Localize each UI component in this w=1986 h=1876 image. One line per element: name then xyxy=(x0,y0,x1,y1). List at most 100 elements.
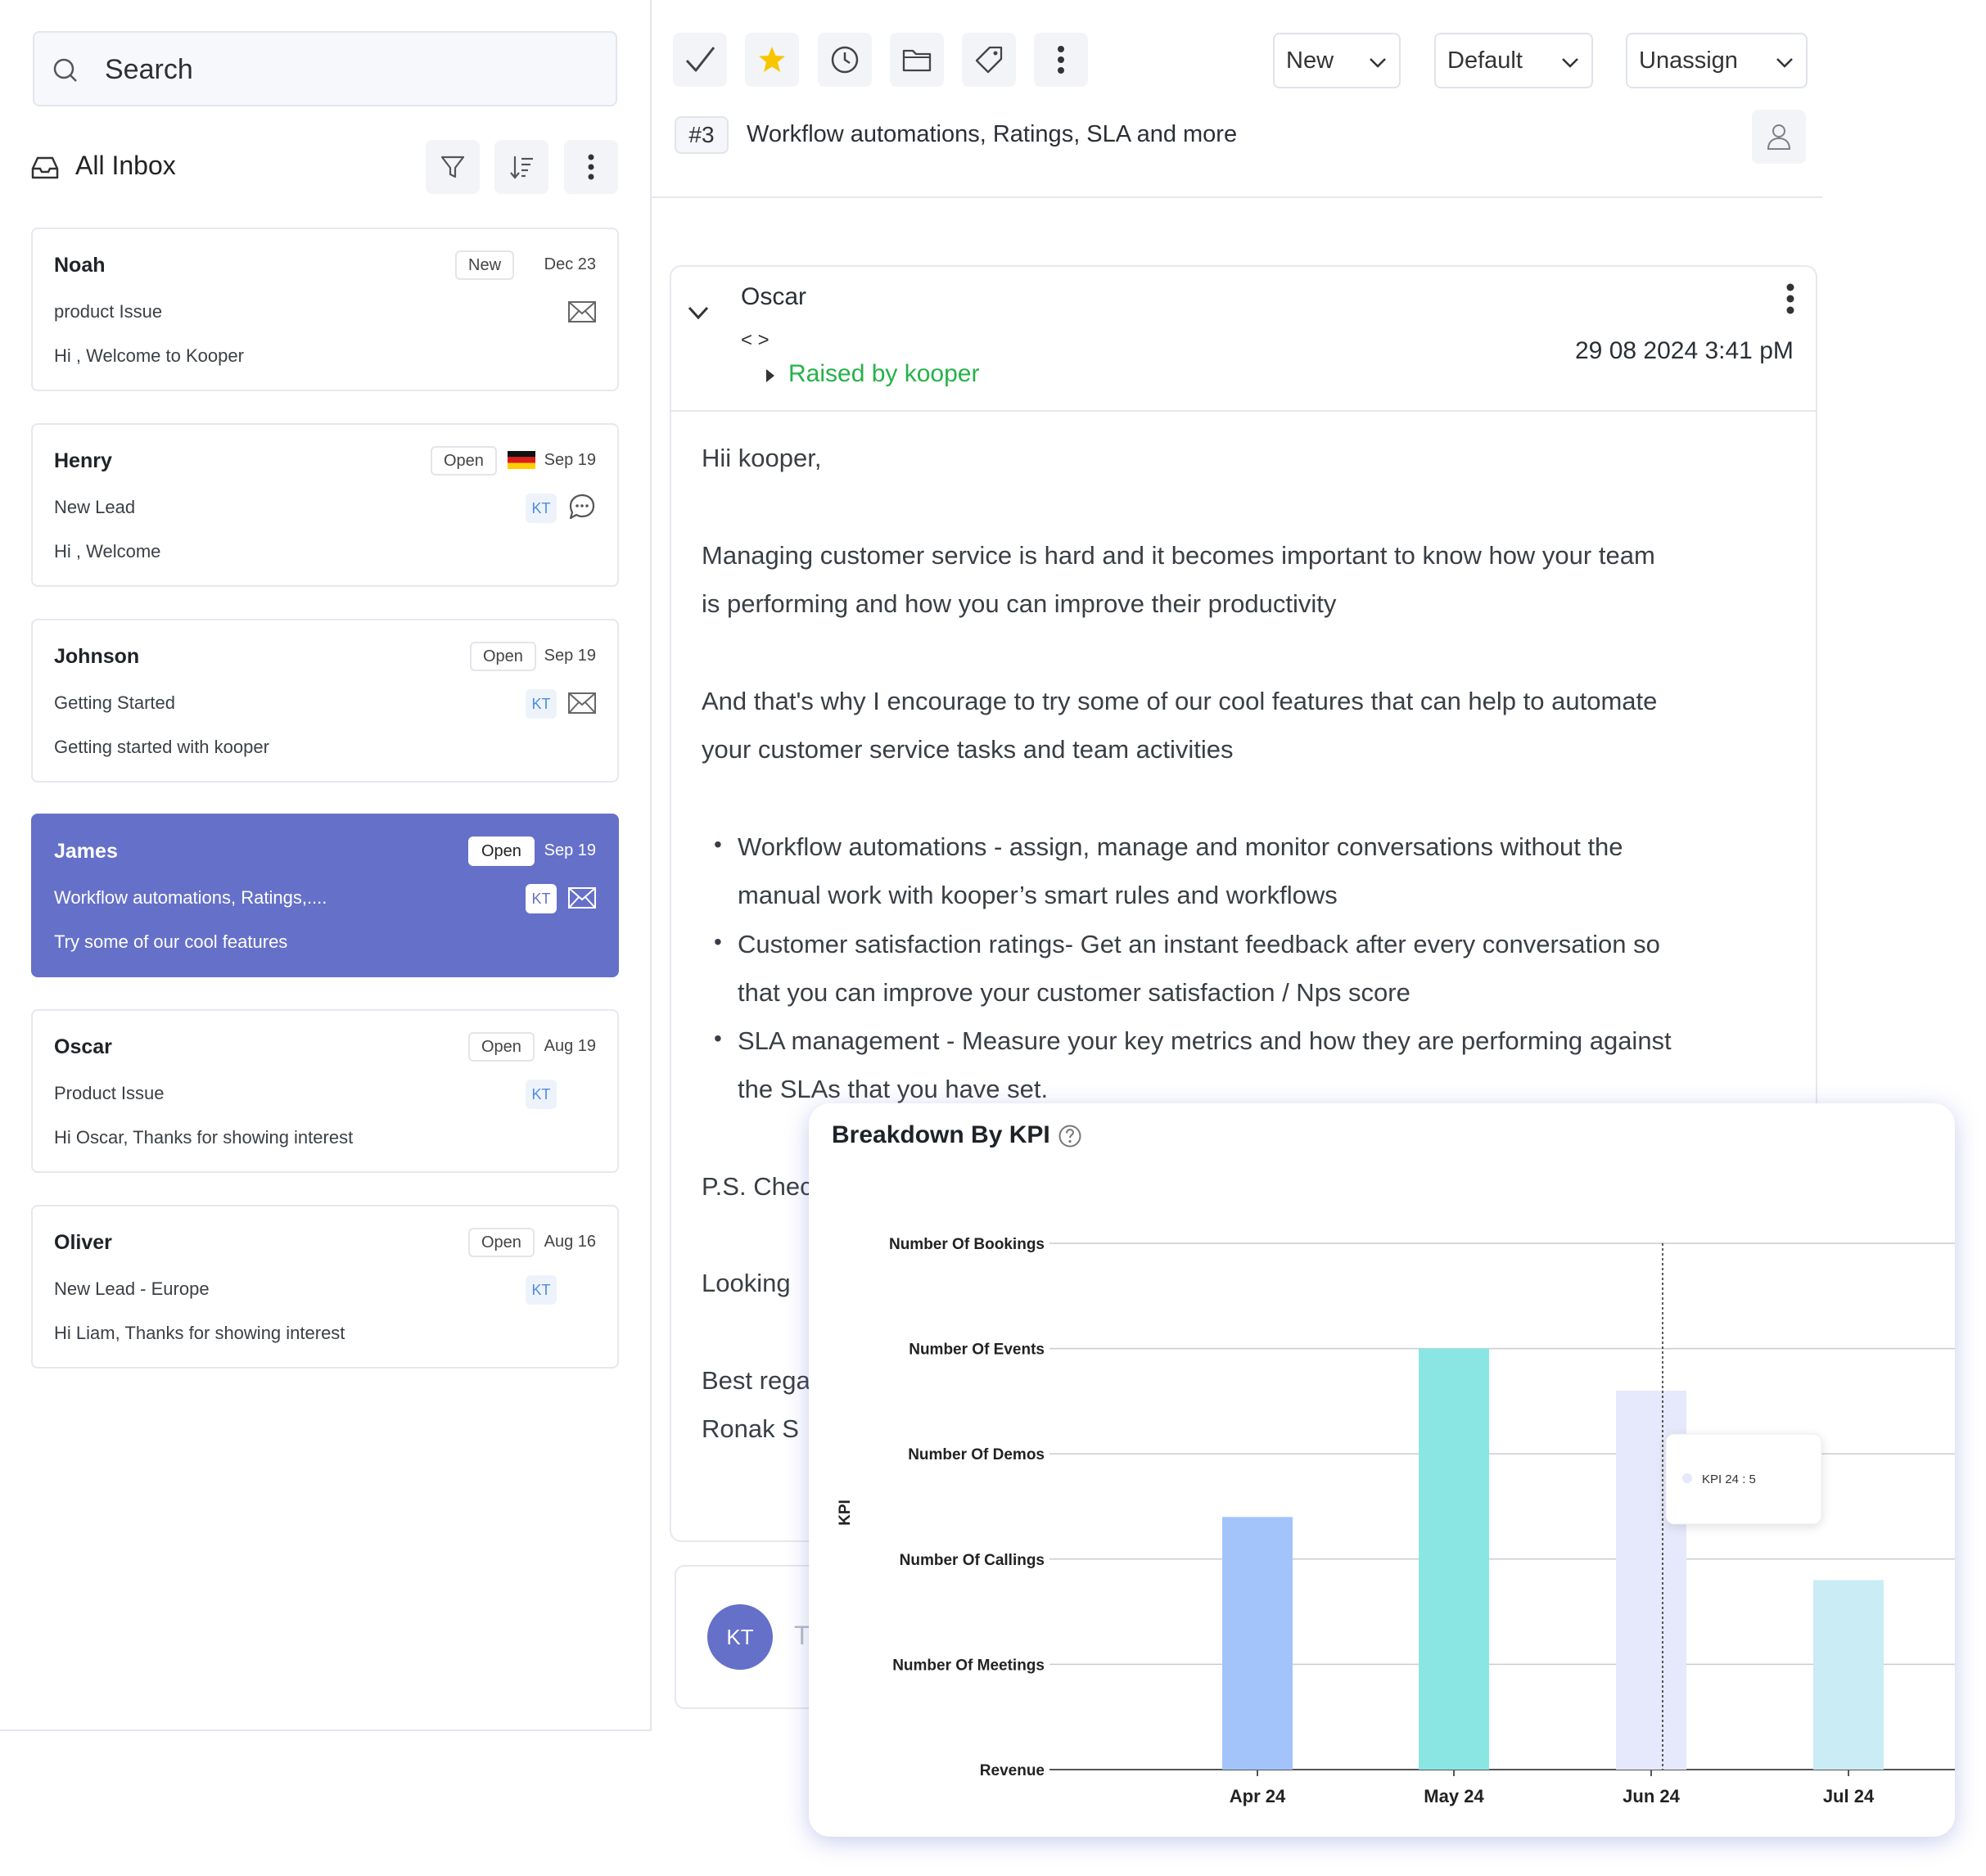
message-regards: Best rega xyxy=(702,1366,810,1395)
conversation-card[interactable]: Oscar Open Aug 19 Product Issue KT Hi Os… xyxy=(31,1009,619,1173)
tag-icon xyxy=(975,46,1003,74)
ticket-title: Workflow automations, Ratings, SLA and m… xyxy=(747,121,1238,147)
chevron-down-icon xyxy=(1370,58,1386,68)
search-placeholder: Search xyxy=(105,54,193,85)
folder-icon xyxy=(902,49,932,72)
assignee-select[interactable]: Unassign xyxy=(1626,33,1808,88)
search-icon xyxy=(53,58,77,82)
y-tick-label: Number Of Bookings xyxy=(889,1236,1045,1253)
status-badge: Open xyxy=(468,1032,535,1062)
assignee-badge: KT xyxy=(526,1080,557,1109)
conversation-date: Aug 19 xyxy=(544,1037,596,1055)
assignee-badge: KT xyxy=(526,884,557,913)
message-signature: Ronak S xyxy=(702,1414,799,1443)
conversation-preview: Hi , Welcome to Kooper xyxy=(54,345,244,366)
search-input[interactable]: Search xyxy=(33,31,617,106)
resolve-button[interactable] xyxy=(673,33,727,87)
move-folder-button[interactable] xyxy=(890,33,944,87)
header-divider xyxy=(652,196,1822,198)
kpi-chart-card: Breakdown By KPI Revenue Number Of Meetin… xyxy=(809,1103,1955,1837)
star-icon xyxy=(759,47,785,72)
germany-flag-icon xyxy=(508,451,535,469)
inbox-more-button[interactable] xyxy=(564,140,618,194)
more-vertical-icon xyxy=(588,154,594,180)
conversation-preview: Try some of our cool features xyxy=(54,931,288,952)
caret-right-icon[interactable] xyxy=(765,368,776,384)
message-ps: P.S. Chec xyxy=(702,1172,813,1201)
status-badge: New xyxy=(455,250,515,280)
status-select[interactable]: New xyxy=(1273,33,1401,88)
status-badge: Open xyxy=(468,1228,535,1257)
bullet-text: SLA management - Measure your key metric… xyxy=(738,1026,1672,1055)
contact-name: James xyxy=(54,840,118,863)
check-icon xyxy=(685,47,715,72)
y-tick-label: Number Of Meetings xyxy=(892,1657,1045,1674)
conversation-card[interactable]: Noah New Dec 23 product Issue Hi , Welco… xyxy=(31,228,619,391)
conversation-card[interactable]: Johnson Open Sep 19 Getting Started KT G… xyxy=(31,619,619,782)
message-paragraph: is performing and how you can improve th… xyxy=(702,589,1337,618)
conversation-subject: New Lead xyxy=(54,497,136,517)
y-axis-label: KPI xyxy=(837,1499,854,1526)
email-icon xyxy=(568,692,596,714)
more-vertical-icon[interactable] xyxy=(1785,282,1796,315)
reply-placeholder[interactable]: T xyxy=(794,1621,810,1651)
kpi-bar-chart: Revenue Number Of Meetings Number Of Calli… xyxy=(837,1236,1955,1806)
bar-apr-24 xyxy=(1222,1517,1293,1770)
conversation-date: Dec 23 xyxy=(544,255,596,273)
y-tick-label: Revenue xyxy=(980,1762,1045,1779)
bullet-point: • xyxy=(714,1026,722,1051)
assign-user-button[interactable] xyxy=(1752,110,1806,164)
assignee-badge: KT xyxy=(526,494,557,523)
bullet-text: that you can improve your customer satis… xyxy=(738,978,1411,1007)
sort-button[interactable] xyxy=(494,140,548,194)
conversation-card[interactable]: Oliver Open Aug 16 New Lead - Europe KT … xyxy=(31,1205,619,1369)
bullet-text: Customer satisfaction ratings- Get an in… xyxy=(738,930,1660,958)
chat-icon xyxy=(569,494,595,520)
conversation-card[interactable]: Henry Open Sep 19 New Lead KT Hi , Welco… xyxy=(31,423,619,587)
inbox-title[interactable]: All Inbox xyxy=(75,151,176,181)
bullet-point: • xyxy=(714,929,722,954)
conversation-subject: product Issue xyxy=(54,301,163,322)
message-paragraph: your customer service tasks and team act… xyxy=(702,735,1234,764)
status-select-value: New xyxy=(1286,47,1334,74)
more-actions-button[interactable] xyxy=(1034,33,1088,87)
conversation-date: Sep 19 xyxy=(544,841,596,859)
chevron-down-icon xyxy=(1776,58,1793,68)
status-badge: Open xyxy=(468,837,535,866)
x-tick-label: Jun 24 xyxy=(1623,1786,1680,1806)
filter-icon xyxy=(440,156,465,178)
bar-jul-24 xyxy=(1813,1580,1884,1770)
assignee-badge: KT xyxy=(526,689,557,719)
raised-by-link[interactable]: Raised by kooper xyxy=(788,360,979,388)
tag-button[interactable] xyxy=(962,33,1016,87)
x-tick-label: Apr 24 xyxy=(1230,1786,1286,1806)
bullet-text: manual work with kooper’s smart rules an… xyxy=(738,881,1338,909)
contact-name: Oliver xyxy=(54,1231,112,1254)
tooltip-marker xyxy=(1682,1473,1692,1483)
conversation-preview: Hi Oscar, Thanks for showing interest xyxy=(54,1127,354,1148)
tooltip-text: KPI 24 : 5 xyxy=(1702,1472,1756,1486)
email-icon xyxy=(568,887,596,909)
status-badge: Open xyxy=(470,642,536,671)
sort-icon xyxy=(510,156,533,179)
assignee-select-value: Unassign xyxy=(1639,47,1738,74)
chevron-down-icon[interactable] xyxy=(686,303,711,322)
filter-button[interactable] xyxy=(426,140,480,194)
conversation-date: Sep 19 xyxy=(544,451,596,469)
message-header-divider xyxy=(670,410,1817,412)
sender-email: < > xyxy=(741,329,770,351)
star-button[interactable] xyxy=(745,33,799,87)
message-paragraph: Managing customer service is hard and it… xyxy=(702,541,1655,570)
conversation-preview: Hi Liam, Thanks for showing interest xyxy=(54,1323,345,1343)
bullet-point: • xyxy=(714,832,722,857)
conversation-date: Aug 16 xyxy=(544,1233,596,1251)
contact-name: Henry xyxy=(54,449,112,472)
email-icon xyxy=(568,301,596,322)
conversation-card-selected[interactable]: James Open Sep 19 Workflow automations, … xyxy=(31,814,619,977)
priority-select-value: Default xyxy=(1447,47,1523,74)
snooze-button[interactable] xyxy=(818,33,872,87)
contact-name: Noah xyxy=(54,254,106,277)
user-icon xyxy=(1767,124,1791,150)
priority-select[interactable]: Default xyxy=(1434,33,1593,88)
inbox-icon xyxy=(31,156,59,179)
